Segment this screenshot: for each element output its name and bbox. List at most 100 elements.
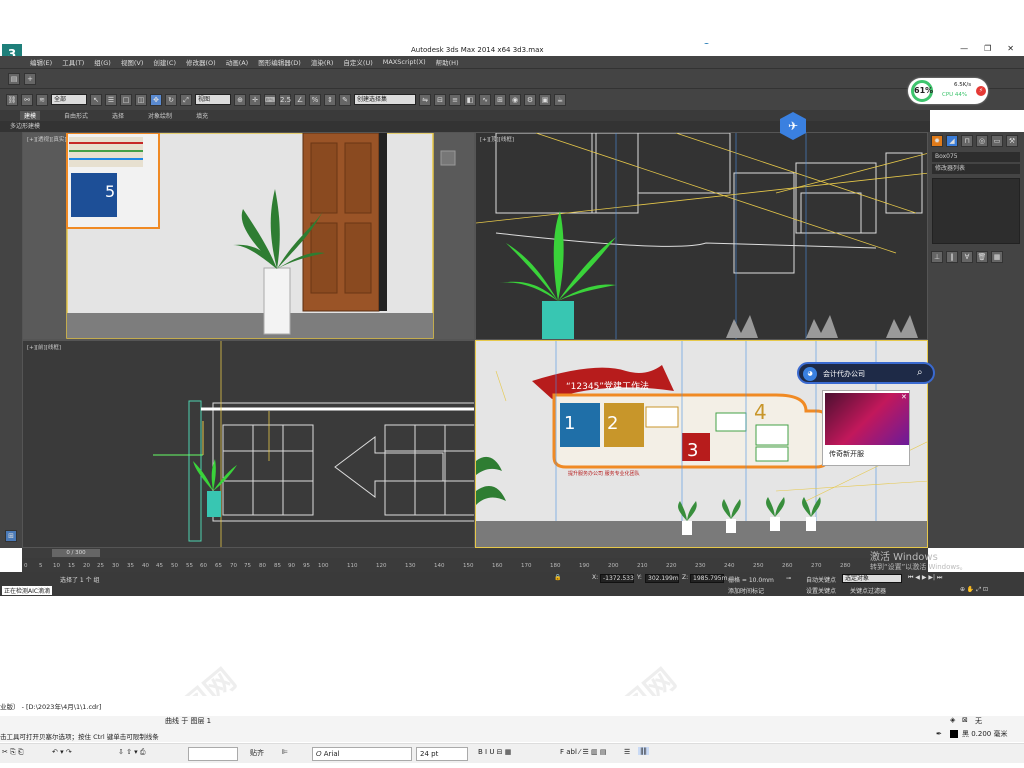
font-size-dropdown[interactable]: 24 pt bbox=[416, 747, 468, 761]
create-tab-icon[interactable]: ✹ bbox=[931, 135, 943, 147]
rect-selection-icon[interactable]: □ bbox=[120, 93, 132, 106]
maximize-button[interactable]: ❐ bbox=[984, 44, 991, 53]
curve-editor-icon[interactable]: ∿ bbox=[479, 93, 491, 106]
news-image[interactable] bbox=[825, 393, 909, 445]
display-tab-icon[interactable]: ▭ bbox=[991, 135, 1003, 147]
unlink-icon[interactable]: ⚯ bbox=[21, 93, 33, 106]
rendered-frame-icon[interactable]: ▣ bbox=[539, 93, 551, 106]
minimize-button[interactable]: — bbox=[960, 44, 968, 53]
outline-pen-icon[interactable]: ✒ bbox=[936, 730, 942, 738]
make-unique-icon[interactable]: ∀ bbox=[961, 251, 973, 263]
tab-modeling[interactable]: 建模 bbox=[20, 111, 41, 120]
modify-tab-icon[interactable]: ◢ bbox=[946, 135, 958, 147]
cut-icon[interactable]: ✂ ⎘ ⎗ bbox=[2, 748, 24, 757]
key-filters-button[interactable]: 关键点过滤器 bbox=[850, 586, 886, 595]
add-icon[interactable]: + bbox=[24, 73, 36, 85]
link-icon[interactable]: ⛓ bbox=[6, 93, 18, 106]
utilities-tab-icon[interactable]: ⚒ bbox=[1006, 135, 1018, 147]
spinner-snap-icon[interactable]: ⇕ bbox=[324, 93, 336, 106]
tab-freeform[interactable]: 自由形式 bbox=[64, 111, 88, 120]
manipulate-icon[interactable]: ✛ bbox=[249, 93, 261, 106]
close-popup-icon[interactable]: ✕ bbox=[901, 393, 907, 401]
motion-tab-icon[interactable]: ◎ bbox=[976, 135, 988, 147]
script-listener[interactable]: 正在检测AIC滴滴 bbox=[2, 586, 53, 595]
zoom-level-dropdown[interactable] bbox=[188, 747, 238, 761]
menu-tools[interactable]: 工具(T) bbox=[62, 57, 84, 67]
z-coordinate-field[interactable]: 1985.795m bbox=[690, 574, 727, 583]
align-icon[interactable]: ⊟ bbox=[434, 93, 446, 106]
menu-create[interactable]: 创建(C) bbox=[153, 57, 176, 67]
pivot-icon[interactable]: ⊕ bbox=[234, 93, 246, 106]
bind-spacewarp-icon[interactable]: ≋ bbox=[36, 93, 48, 106]
fill-icon[interactable]: ◈ bbox=[950, 716, 955, 724]
news-popup[interactable]: ✕ 传奇新开服 bbox=[822, 390, 910, 466]
graphite-icon[interactable]: ◧ bbox=[464, 93, 476, 106]
add-time-tag[interactable]: 添加时间标记 bbox=[728, 586, 764, 595]
layout-icon[interactable]: ▤ bbox=[8, 73, 20, 85]
select-move-icon[interactable]: ✥ bbox=[150, 93, 162, 106]
render-setup-icon[interactable]: ⚙ bbox=[524, 93, 536, 106]
mirror-icon[interactable]: ⇋ bbox=[419, 93, 431, 106]
angle-snap-icon[interactable]: ∠ bbox=[294, 93, 306, 106]
tab-selection[interactable]: 选择 bbox=[112, 111, 124, 120]
layer-manager-icon[interactable]: ≡ bbox=[449, 93, 461, 106]
viewport-label[interactable]: [+][透视][真实] bbox=[27, 135, 66, 143]
schematic-view-icon[interactable]: ⊞ bbox=[494, 93, 506, 106]
playback-controls-icon[interactable]: ⏮ ◀ ▶ ▶| ⏭ bbox=[908, 574, 942, 582]
track-bar[interactable]: 0 5 10 15 20 25 30 35 40 45 50 55 60 65 … bbox=[22, 558, 928, 572]
search-icon[interactable]: ⌕ bbox=[917, 367, 923, 378]
select-by-name-icon[interactable]: ☰ bbox=[105, 93, 117, 106]
show-end-result-icon[interactable]: ‖ bbox=[946, 251, 958, 263]
pin-stack-icon[interactable]: ⊥ bbox=[931, 251, 943, 263]
menu-help[interactable]: 帮助(H) bbox=[436, 57, 459, 67]
text-style-icons[interactable]: B I U ⊟ ▦ bbox=[478, 748, 511, 756]
viewport-front[interactable]: [+][前][线框] bbox=[22, 340, 475, 548]
menu-modifiers[interactable]: 修改器(O) bbox=[186, 57, 216, 67]
menu-views[interactable]: 视图(V) bbox=[121, 57, 144, 67]
viewport-label[interactable]: [+][前][线框] bbox=[27, 343, 61, 351]
render-icon[interactable]: ☕ bbox=[554, 93, 566, 106]
remove-modifier-icon[interactable]: 🗑 bbox=[976, 251, 988, 263]
material-editor-icon[interactable]: ◉ bbox=[509, 93, 521, 106]
edit-named-selection-icon[interactable]: ✎ bbox=[339, 93, 351, 106]
text-format-icons[interactable]: F abl ⁄ ☰ ▥ ▤ bbox=[560, 748, 607, 756]
keyboard-shortcut-icon[interactable]: ⌨ bbox=[264, 93, 276, 106]
reference-coord-dropdown[interactable]: 视图 bbox=[195, 94, 231, 105]
x-coordinate-field[interactable]: -1372.533 bbox=[600, 574, 634, 583]
viewport-navigation-icon[interactable]: ⊕ ✋ ⤢ ⊡ bbox=[960, 586, 988, 594]
boost-icon[interactable]: ⚡ bbox=[976, 86, 986, 96]
news-caption[interactable]: 传奇新开服 bbox=[829, 449, 864, 459]
configure-modifier-icon[interactable]: ▦ bbox=[991, 251, 1003, 263]
modifier-stack[interactable] bbox=[932, 178, 1020, 244]
menu-rendering[interactable]: 渲染(R) bbox=[311, 57, 334, 67]
import-icon[interactable]: ⇩ ⇧ ▾ ⎙ bbox=[118, 748, 146, 757]
tab-populate[interactable]: 填充 bbox=[196, 111, 208, 120]
select-object-icon[interactable]: ↖ bbox=[90, 93, 102, 106]
time-slider[interactable]: 0 / 300 bbox=[52, 549, 100, 557]
object-name-field[interactable]: Box075 bbox=[932, 152, 1020, 162]
columns-icon[interactable]: ‖‖ bbox=[638, 747, 649, 755]
list-icon[interactable]: ☰ bbox=[624, 748, 630, 756]
auto-key-button[interactable]: 自动关键点 bbox=[806, 575, 836, 584]
snap-to-dropdown[interactable]: 贴齐 bbox=[250, 748, 264, 758]
time-slider-track[interactable] bbox=[22, 548, 928, 558]
y-coordinate-field[interactable]: 302.199m bbox=[645, 574, 679, 583]
viewport-layout-icon[interactable]: ⊞ bbox=[5, 530, 17, 542]
named-selection-dropdown[interactable]: 创建选择集 bbox=[354, 94, 416, 105]
search-text[interactable]: 会计代办公司 bbox=[823, 369, 865, 379]
close-button[interactable]: ✕ bbox=[1007, 44, 1014, 53]
menu-maxscript[interactable]: MAXScript(X) bbox=[383, 58, 426, 66]
selection-filter-dropdown[interactable]: 全部 bbox=[51, 94, 87, 105]
menu-animation[interactable]: 动画(A) bbox=[226, 57, 249, 67]
system-monitor-widget[interactable]: 61% 6.5K/s CPU 44% ⚡ bbox=[908, 78, 988, 104]
select-scale-icon[interactable]: ⤢ bbox=[180, 93, 192, 106]
select-rotate-icon[interactable]: ↻ bbox=[165, 93, 177, 106]
viewport-top[interactable]: [+][顶][线框] bbox=[475, 132, 928, 340]
menu-group[interactable]: 组(G) bbox=[94, 57, 111, 67]
key-icon[interactable]: ⊸ bbox=[786, 575, 791, 582]
set-key-button[interactable]: 设置关键点 bbox=[806, 586, 836, 595]
percent-snap-icon[interactable]: % bbox=[309, 93, 321, 106]
menu-edit[interactable]: 编辑(E) bbox=[30, 57, 52, 67]
hierarchy-tab-icon[interactable]: ⊓ bbox=[961, 135, 973, 147]
font-dropdown[interactable]: 𝑂 Arial bbox=[312, 747, 412, 761]
